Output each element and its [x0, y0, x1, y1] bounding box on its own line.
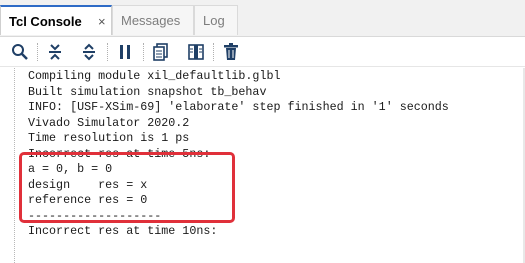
close-icon[interactable]: ×: [98, 7, 106, 37]
console-gutter: [14, 68, 15, 263]
toolbar-separator: [213, 43, 215, 61]
tab-messages[interactable]: Messages: [112, 5, 194, 35]
search-icon[interactable]: [10, 42, 30, 62]
tab-bar: Tcl Console × Messages Log: [0, 0, 525, 37]
tab-label: Tcl Console: [9, 14, 82, 29]
toolbar-separator: [143, 43, 145, 61]
toolbar-separator: [107, 43, 109, 61]
delete-icon[interactable]: [221, 42, 241, 62]
console-toolbar: [0, 37, 525, 67]
expand-all-icon[interactable]: [79, 42, 99, 62]
console-line: Built simulation snapshot tb_behav: [28, 84, 267, 99]
console-line: Incorrect res at time 10ns:: [28, 224, 218, 238]
console-line: INFO: [USF-XSim-69] 'elaborate' step fin…: [28, 100, 449, 114]
tab-label: Log: [203, 13, 225, 28]
tab-log[interactable]: Log: [194, 5, 238, 35]
pause-icon[interactable]: [115, 42, 135, 62]
console-line: Time resolution is 1 ps: [28, 131, 190, 145]
collapse-all-icon[interactable]: [45, 42, 65, 62]
error-highlight-box: [19, 152, 235, 223]
columns-icon[interactable]: [186, 42, 206, 62]
console-line: Vivado Simulator 2020.2: [28, 115, 190, 130]
copy-icon[interactable]: [151, 42, 171, 62]
tab-label: Messages: [121, 13, 181, 28]
tab-tcl-console[interactable]: Tcl Console ×: [0, 5, 112, 35]
toolbar-separator: [37, 43, 39, 61]
console-line: Compiling module xil_defaultlib.glbl: [28, 69, 281, 83]
